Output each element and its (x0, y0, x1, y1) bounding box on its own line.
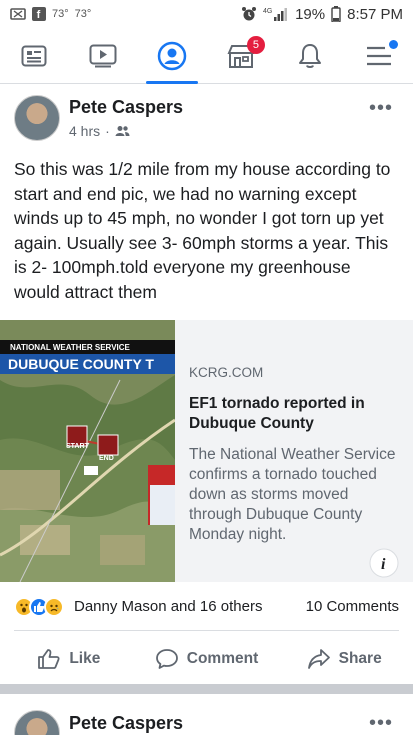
map-end-label: END (99, 455, 114, 462)
post-header: Pete Caspers 4 hrs · ••• (0, 85, 413, 147)
comments-count[interactable]: 10 Comments (306, 598, 399, 615)
link-info-button[interactable]: i (369, 548, 399, 583)
alarm-icon (241, 6, 257, 22)
post-options-button[interactable]: ••• (369, 712, 393, 735)
facebook-icon: f (32, 7, 46, 21)
status-bar: f 73° 73° 4G 19% 8:57 PM (0, 0, 413, 28)
bell-icon (298, 43, 321, 68)
nav-watch[interactable] (69, 28, 138, 83)
profile-icon (157, 41, 187, 70)
banner-top-text: NATIONAL WEATHER SERVICE (10, 343, 131, 352)
battery-percent: 19% (295, 5, 326, 23)
like-icon (38, 649, 60, 669)
network-type: 4G (263, 8, 272, 15)
temperature-secondary: 73° (74, 8, 92, 20)
meta-separator: · (105, 123, 110, 139)
nav-news-feed[interactable] (0, 28, 69, 83)
menu-indicator-dot (388, 40, 398, 49)
friends-audience-icon (115, 126, 130, 136)
notification-badge: 5 (246, 36, 265, 54)
share-icon (307, 649, 330, 669)
author-name[interactable]: Pete Caspers (69, 97, 183, 118)
nav-menu[interactable] (344, 28, 413, 83)
banner-main-text: DUBUQUE COUNTY T (8, 356, 154, 372)
feed-separator (0, 684, 413, 694)
reactions-summary[interactable]: Danny Mason and 16 others 10 Comments (0, 597, 413, 619)
top-navigation: 5 (0, 28, 413, 84)
nav-marketplace[interactable]: 5 (206, 28, 275, 83)
info-icon: i (369, 548, 399, 578)
info-glyph: i (381, 556, 386, 573)
battery-icon (331, 6, 341, 22)
avatar[interactable] (14, 710, 60, 735)
sad-reaction-icon (44, 597, 64, 617)
reaction-names[interactable]: Danny Mason and 16 others (74, 598, 262, 615)
like-label: Like (69, 650, 101, 667)
comment-icon (155, 649, 178, 669)
post-time[interactable]: 4 hrs (69, 123, 100, 139)
link-domain: KCRG.COM (189, 365, 264, 380)
video-play-icon (89, 44, 117, 67)
signal-icon: 4G (263, 6, 289, 22)
like-button[interactable]: Like (0, 640, 138, 678)
feed-post: Pete Caspers 4 hrs · ••• So this was 1/2… (0, 85, 413, 685)
reaction-icons (14, 597, 64, 617)
link-thumbnail[interactable]: START END NATIONAL WEATHER SERVICE DUBUQ… (0, 320, 175, 582)
comment-button[interactable]: Comment (138, 640, 276, 678)
link-description: The National Weather Service confirms a … (189, 446, 396, 543)
comment-label: Comment (186, 650, 259, 667)
share-button[interactable]: Share (275, 640, 413, 678)
temperature: 73° (52, 8, 69, 20)
avatar[interactable] (14, 95, 60, 141)
clock: 8:57 PM (347, 5, 403, 23)
divider (14, 630, 399, 631)
share-label: Share (338, 650, 382, 667)
post-options-button[interactable]: ••• (369, 97, 393, 120)
nav-profile[interactable] (138, 28, 207, 84)
newspaper-icon (21, 45, 47, 66)
menu-icon (366, 46, 391, 65)
post-actions: Like Comment Share (0, 640, 413, 678)
nav-notifications[interactable] (275, 28, 344, 83)
post-text: So this was 1/2 mile from my house accor… (14, 159, 391, 302)
screenshot-icon (10, 7, 26, 21)
next-feed-post: Pete Caspers ••• (0, 694, 413, 735)
author-name[interactable]: Pete Caspers (69, 713, 183, 734)
post-meta: 4 hrs · (69, 123, 130, 139)
map-start-label: START (66, 443, 90, 450)
link-title[interactable]: EF1 tornado reported in Dubuque County (189, 394, 399, 434)
